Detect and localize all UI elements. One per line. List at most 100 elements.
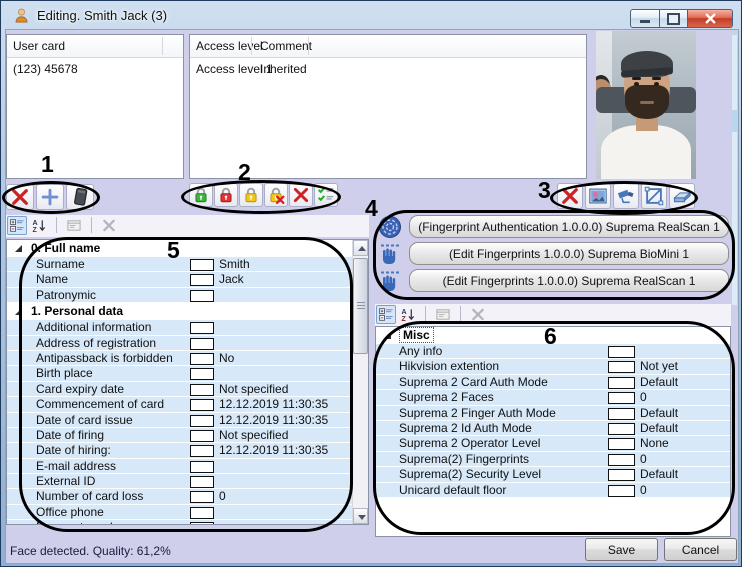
value-checkbox[interactable] — [608, 438, 635, 450]
value-checkbox[interactable] — [190, 290, 214, 302]
property-row[interactable]: Suprema(2) Fingerprints0 — [376, 452, 730, 467]
property-row[interactable]: NameJack — [7, 272, 352, 287]
delete-button[interactable] — [289, 183, 313, 207]
value-checkbox[interactable] — [190, 430, 214, 442]
access-level-table[interactable]: Access level Comment Access level 1 Inhe… — [189, 34, 587, 179]
fingerprint-device-button[interactable]: (Fingerprint Authentication 1.0.0.0) Sup… — [409, 215, 729, 238]
value-checkbox[interactable] — [608, 346, 635, 358]
maximize-button[interactable] — [659, 9, 688, 28]
property-row[interactable]: Suprema 2 Finger Auth ModeDefault — [376, 406, 730, 421]
vertical-scrollbar[interactable] — [731, 34, 738, 306]
property-row[interactable]: Date of hiring:12.12.2019 11:30:35 — [7, 443, 352, 458]
delete-button[interactable] — [6, 184, 34, 210]
value-checkbox[interactable] — [190, 491, 214, 503]
property-row[interactable]: Commencement of card12.12.2019 11:30:35 — [7, 397, 352, 412]
user-card-list[interactable]: User card (123) 45678 — [6, 34, 184, 179]
property-row[interactable]: Suprema 2 Id Auth ModeDefault — [376, 421, 730, 436]
access-level-row[interactable]: Access level 1 Inherited — [190, 58, 586, 80]
property-row[interactable]: External ID — [7, 474, 352, 489]
property-row[interactable]: Suprema 2 Faces0 — [376, 390, 730, 405]
scroll-up-button[interactable] — [353, 240, 368, 256]
grid-vertical-scrollbar[interactable] — [352, 240, 368, 524]
value-checkbox[interactable] — [190, 338, 214, 350]
value-checkbox[interactable] — [608, 423, 635, 435]
value-checkbox[interactable] — [190, 461, 214, 473]
property-row[interactable]: Antipassback is forbiddenNo — [7, 351, 352, 366]
value-checkbox[interactable] — [608, 392, 635, 404]
scrollbar-thumb[interactable] — [353, 258, 368, 354]
property-row[interactable]: Additional information — [7, 320, 352, 335]
property-row[interactable]: Office phone — [7, 505, 352, 520]
value-checkbox[interactable] — [190, 368, 214, 380]
sort-az-button[interactable]: AZ — [29, 216, 49, 235]
categorized-view-icon — [9, 218, 25, 233]
svg-text:A: A — [401, 309, 406, 316]
property-row[interactable]: Suprema(2) Security LevelDefault — [376, 467, 730, 482]
property-row[interactable]: Address of registration — [7, 336, 352, 351]
value-checkbox[interactable] — [608, 408, 635, 420]
value-checkbox[interactable] — [190, 274, 214, 286]
value-checkbox[interactable] — [608, 485, 635, 497]
value-checkbox[interactable] — [190, 445, 214, 457]
minimize-button[interactable] — [630, 9, 660, 28]
cancel-button[interactable]: Cancel — [664, 538, 737, 561]
scroll-down-button[interactable] — [353, 508, 368, 524]
value-checkbox[interactable] — [608, 377, 635, 389]
value-checkbox[interactable] — [190, 399, 214, 411]
value-checkbox[interactable] — [608, 361, 635, 373]
user-card-row[interactable]: (123) 45678 — [7, 58, 183, 80]
scanner-button[interactable] — [669, 183, 695, 209]
value-checkbox[interactable] — [190, 507, 214, 519]
value-checkbox[interactable] — [190, 415, 214, 427]
category-row[interactable]: 0. Full name — [7, 240, 352, 257]
delete-button[interactable] — [557, 183, 583, 209]
value-checkbox[interactable] — [190, 476, 214, 488]
field-label: Name — [7, 272, 68, 287]
close-button[interactable] — [687, 9, 733, 28]
lock-red-icon — [217, 186, 235, 204]
apply-access-list-button[interactable] — [314, 183, 338, 207]
fingerprint-device-button[interactable]: (Edit Fingerprints 1.0.0.0) Suprema BioM… — [409, 242, 729, 265]
property-row[interactable]: SurnameSmith — [7, 257, 352, 272]
camera-button[interactable] — [613, 183, 639, 209]
property-row[interactable]: E-mail address — [7, 459, 352, 474]
property-row[interactable]: Date of firingNot specified — [7, 428, 352, 443]
categorized-view-button[interactable] — [376, 305, 396, 324]
property-row[interactable]: Hikvision extentionNot yet configured — [376, 359, 730, 374]
property-row[interactable]: Unicard default floor0 — [376, 483, 730, 498]
fingerprint-device-button[interactable]: (Edit Fingerprints 1.0.0.0) Suprema Real… — [409, 269, 729, 292]
property-row[interactable]: Birth place — [7, 366, 352, 381]
lock-green-button[interactable] — [189, 183, 213, 207]
categorized-view-button[interactable] — [7, 216, 27, 235]
value-checkbox[interactable] — [608, 469, 635, 481]
save-button[interactable]: Save — [585, 538, 658, 561]
property-row[interactable]: Suprema 2 Operator LevelNone — [376, 436, 730, 451]
property-row[interactable]: Any info — [376, 344, 730, 359]
property-row[interactable]: Passport number — [7, 520, 352, 525]
photo-image-button[interactable] — [585, 183, 611, 209]
property-row[interactable]: Date of card issue12.12.2019 11:30:35 — [7, 413, 352, 428]
category-row[interactable]: Misc — [376, 327, 730, 344]
value-checkbox[interactable] — [190, 384, 214, 396]
value-checkbox[interactable] — [190, 522, 214, 525]
card-reader-button[interactable] — [66, 184, 94, 210]
property-row[interactable]: Card expiry dateNot specified — [7, 382, 352, 397]
lock-red-button[interactable] — [214, 183, 238, 207]
value-checkbox[interactable] — [190, 322, 214, 334]
value-checkbox[interactable] — [190, 259, 214, 271]
scrollbar-thumb[interactable] — [732, 110, 737, 132]
category-row[interactable]: 1. Personal data — [7, 303, 352, 320]
add-button[interactable] — [36, 184, 64, 210]
sort-az-button[interactable]: AZ — [398, 305, 418, 324]
crop-photo-button[interactable] — [641, 183, 667, 209]
value-checkbox[interactable] — [190, 353, 214, 365]
value-checkbox[interactable] — [608, 454, 635, 466]
property-row[interactable]: Number of card loss0 — [7, 489, 352, 504]
collapse-triangle-icon[interactable] — [15, 245, 22, 252]
collapse-triangle-icon[interactable] — [15, 308, 22, 315]
lock-yellow-button[interactable] — [239, 183, 263, 207]
collapse-triangle-icon[interactable] — [384, 332, 391, 339]
property-row[interactable]: Suprema 2 Card Auth ModeDefault — [376, 375, 730, 390]
property-row[interactable]: Patronymic — [7, 288, 352, 303]
lock-yellow-delete-button[interactable] — [264, 183, 288, 207]
